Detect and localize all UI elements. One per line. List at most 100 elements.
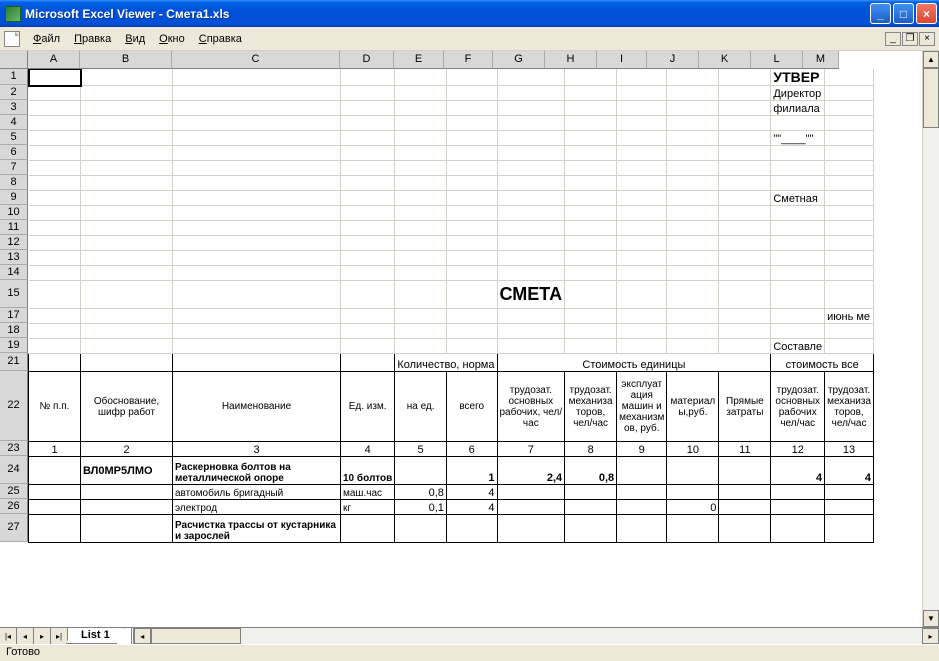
cell[interactable]: электрод [173,500,341,515]
cell[interactable] [771,266,825,281]
cell[interactable] [81,309,173,324]
cell[interactable] [771,206,825,221]
cell[interactable] [771,324,825,339]
cell[interactable] [825,146,874,161]
cell[interactable] [395,146,447,161]
cell[interactable] [565,236,617,251]
row-header[interactable]: 5 [0,130,28,145]
cell[interactable] [29,485,81,500]
cell[interactable] [667,281,719,309]
cell[interactable] [81,485,173,500]
cell[interactable] [719,116,771,131]
cell[interactable] [771,500,825,515]
cell[interactable] [719,515,771,543]
cell[interactable]: 3 [173,442,341,457]
cell[interactable]: Наименование [173,372,341,442]
cell[interactable]: 4 [446,485,497,500]
cell[interactable] [497,339,565,354]
row-header[interactable]: 19 [0,338,28,353]
cell[interactable] [395,339,447,354]
cell[interactable] [173,221,341,236]
cell[interactable] [825,251,874,266]
cell[interactable] [29,86,81,101]
row-header[interactable]: 14 [0,265,28,280]
cell[interactable] [825,131,874,146]
cell[interactable] [81,101,173,116]
cell[interactable]: 0,1 [395,500,447,515]
cell[interactable] [341,101,395,116]
column-header[interactable]: L [751,51,803,69]
cell[interactable] [825,206,874,221]
cell[interactable] [617,236,667,251]
cell[interactable] [446,191,497,206]
cell[interactable] [825,515,874,543]
cell[interactable] [446,266,497,281]
row-header[interactable]: 4 [0,115,28,130]
v-scroll-thumb[interactable] [923,68,939,128]
cell[interactable] [667,236,719,251]
cell[interactable] [565,86,617,101]
cell[interactable] [395,206,447,221]
cell[interactable]: Обоснование, шифр работ [81,372,173,442]
cell[interactable] [719,309,771,324]
cell[interactable]: Раскерновка болтов на металлической опор… [173,457,341,485]
cell[interactable]: июнь ме [825,309,874,324]
cell[interactable] [617,266,667,281]
menu-view[interactable]: Вид [118,30,152,48]
cell[interactable] [497,206,565,221]
cell[interactable] [719,324,771,339]
cell[interactable] [719,86,771,101]
cell[interactable] [81,324,173,339]
cell[interactable] [81,191,173,206]
cell[interactable] [446,176,497,191]
cell[interactable] [81,339,173,354]
cell[interactable] [81,116,173,131]
cell[interactable]: 5 [395,442,447,457]
cell[interactable] [497,146,565,161]
cell[interactable] [565,281,617,309]
cell[interactable] [667,176,719,191]
cell[interactable] [395,116,447,131]
cell[interactable] [341,309,395,324]
tab-last-button[interactable]: ▸| [51,628,68,644]
cell[interactable]: эксплуат ация машин и механизм ов, руб. [617,372,667,442]
column-header[interactable]: A [28,51,80,69]
cell[interactable] [81,236,173,251]
cell[interactable] [497,266,565,281]
cell[interactable] [173,86,341,101]
h-scroll-track[interactable] [151,628,922,644]
cell[interactable] [771,251,825,266]
column-header[interactable]: E [394,51,444,69]
cell[interactable]: Стоимость единицы [497,354,771,372]
cell[interactable] [667,69,719,86]
cell[interactable]: стоимость все [771,354,874,372]
cell[interactable] [341,206,395,221]
cell[interactable] [667,266,719,281]
cell[interactable] [81,131,173,146]
cell[interactable] [81,146,173,161]
row-header[interactable]: 3 [0,100,28,115]
cell[interactable] [825,161,874,176]
cell[interactable] [771,146,825,161]
cell[interactable]: Директор [771,86,825,101]
cell[interactable] [565,131,617,146]
column-header[interactable]: J [647,51,699,69]
cell[interactable]: трудозат. основных рабочих, чел/час [497,372,565,442]
cell[interactable] [29,339,81,354]
cell[interactable] [497,515,565,543]
menu-edit[interactable]: Правка [67,30,118,48]
cell[interactable] [617,339,667,354]
cell[interactable] [825,221,874,236]
column-header[interactable]: F [444,51,493,69]
column-header[interactable]: D [340,51,394,69]
vertical-scrollbar[interactable]: ▲ ▼ [922,51,939,627]
cell[interactable]: 4 [771,457,825,485]
cell[interactable] [173,116,341,131]
cell[interactable] [825,485,874,500]
cell[interactable] [341,116,395,131]
tab-next-button[interactable]: ▸ [34,628,51,644]
cell[interactable] [617,457,667,485]
row-header[interactable]: 10 [0,205,28,220]
cell[interactable] [341,339,395,354]
cell[interactable] [565,500,617,515]
